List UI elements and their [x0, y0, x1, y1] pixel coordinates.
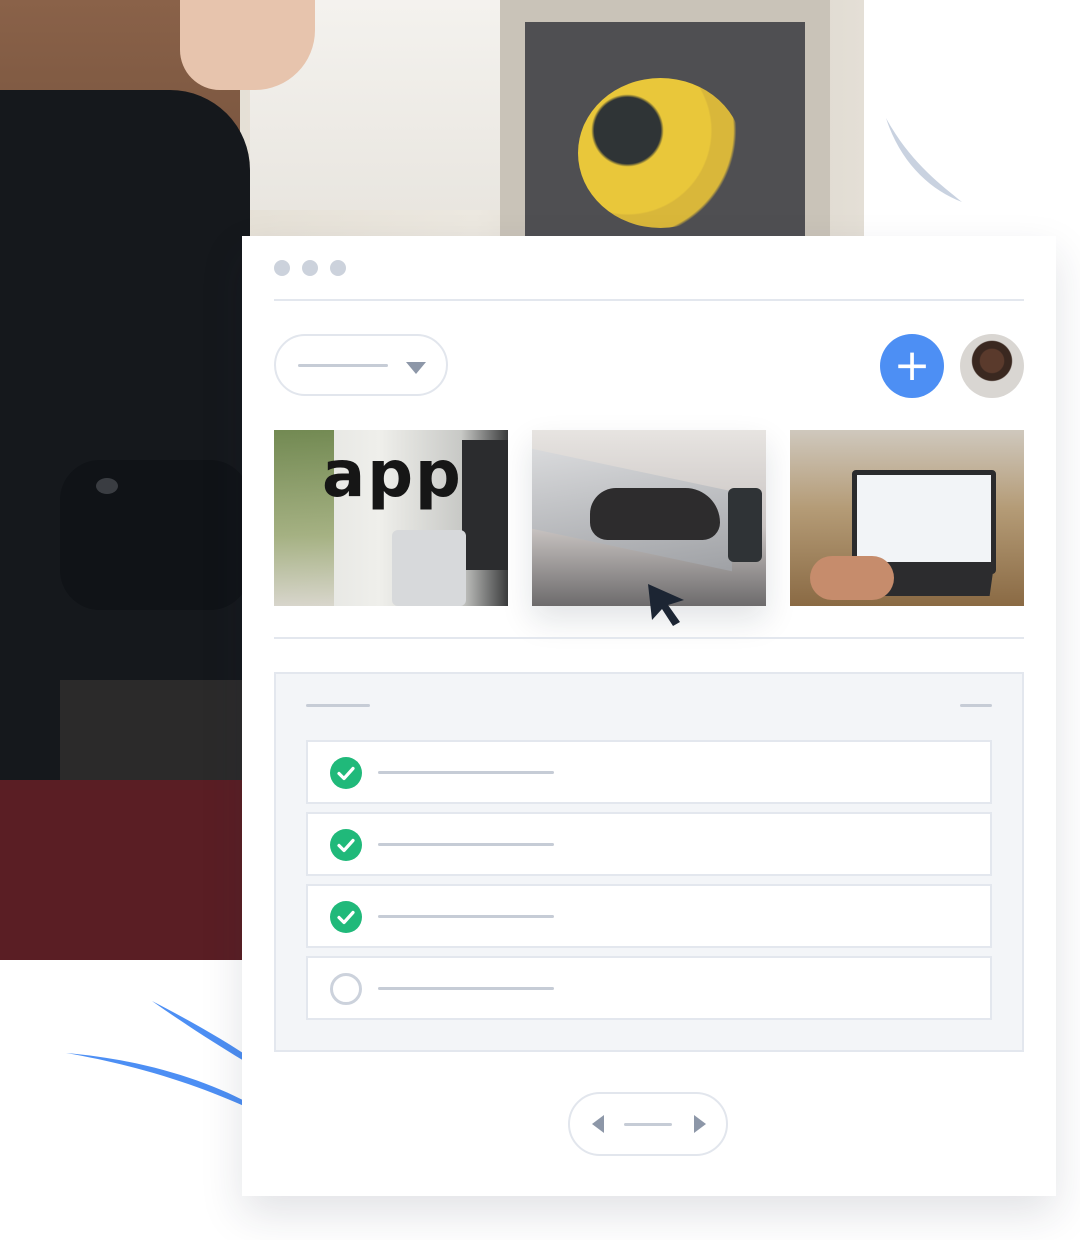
avatar[interactable] [960, 334, 1024, 398]
thumbnail-laptop [392, 530, 466, 606]
empty-circle-icon[interactable] [330, 973, 362, 1005]
thumbnail-typing[interactable] [532, 430, 766, 606]
panel-action-placeholder[interactable] [960, 704, 992, 707]
app-window: + app [242, 236, 1056, 1196]
plus-icon: + [893, 340, 931, 391]
task-row[interactable] [306, 884, 992, 948]
check-circle-icon[interactable] [330, 829, 362, 861]
decorative-stroke-top [886, 118, 962, 202]
thumbnail-mug [728, 488, 762, 562]
header-divider [274, 299, 1024, 301]
photo-pants [0, 780, 250, 960]
task-label-placeholder [378, 915, 554, 918]
check-circle-icon[interactable] [330, 901, 362, 933]
arrow-right-icon[interactable] [694, 1115, 706, 1133]
task-row[interactable] [306, 740, 992, 804]
window-dot[interactable] [274, 260, 290, 276]
task-panel [274, 672, 1024, 1052]
photo-desk [60, 680, 260, 790]
window-dot[interactable] [302, 260, 318, 276]
thumbnail-dashboard-laptop[interactable] [790, 430, 1024, 606]
panel-title-placeholder [306, 704, 370, 707]
pagination [568, 1092, 728, 1156]
mouse-cursor-icon [648, 584, 684, 626]
photo-sleeve [60, 460, 250, 610]
add-button[interactable]: + [880, 334, 944, 398]
task-row[interactable] [306, 812, 992, 876]
window-dot[interactable] [330, 260, 346, 276]
thumbnail-hand [590, 488, 720, 540]
photo-flower-art [578, 78, 743, 228]
dropdown-placeholder-line [298, 364, 388, 367]
photo-sleeve-button [96, 478, 118, 494]
task-label-placeholder [378, 987, 554, 990]
thumbnail-monitor [462, 440, 508, 570]
page-indicator-placeholder [624, 1123, 672, 1126]
arrow-left-icon[interactable] [592, 1115, 604, 1133]
thumbnail-hand [810, 556, 894, 600]
thumbnail-app-text: app [322, 438, 463, 512]
task-label-placeholder [378, 843, 554, 846]
chevron-down-icon [406, 362, 426, 374]
filter-dropdown[interactable] [274, 334, 448, 396]
task-label-placeholder [378, 771, 554, 774]
thumbnail-app-sign[interactable]: app [274, 430, 508, 606]
task-row[interactable] [306, 956, 992, 1020]
section-divider [274, 637, 1024, 639]
check-circle-icon[interactable] [330, 757, 362, 789]
window-controls [274, 260, 346, 276]
